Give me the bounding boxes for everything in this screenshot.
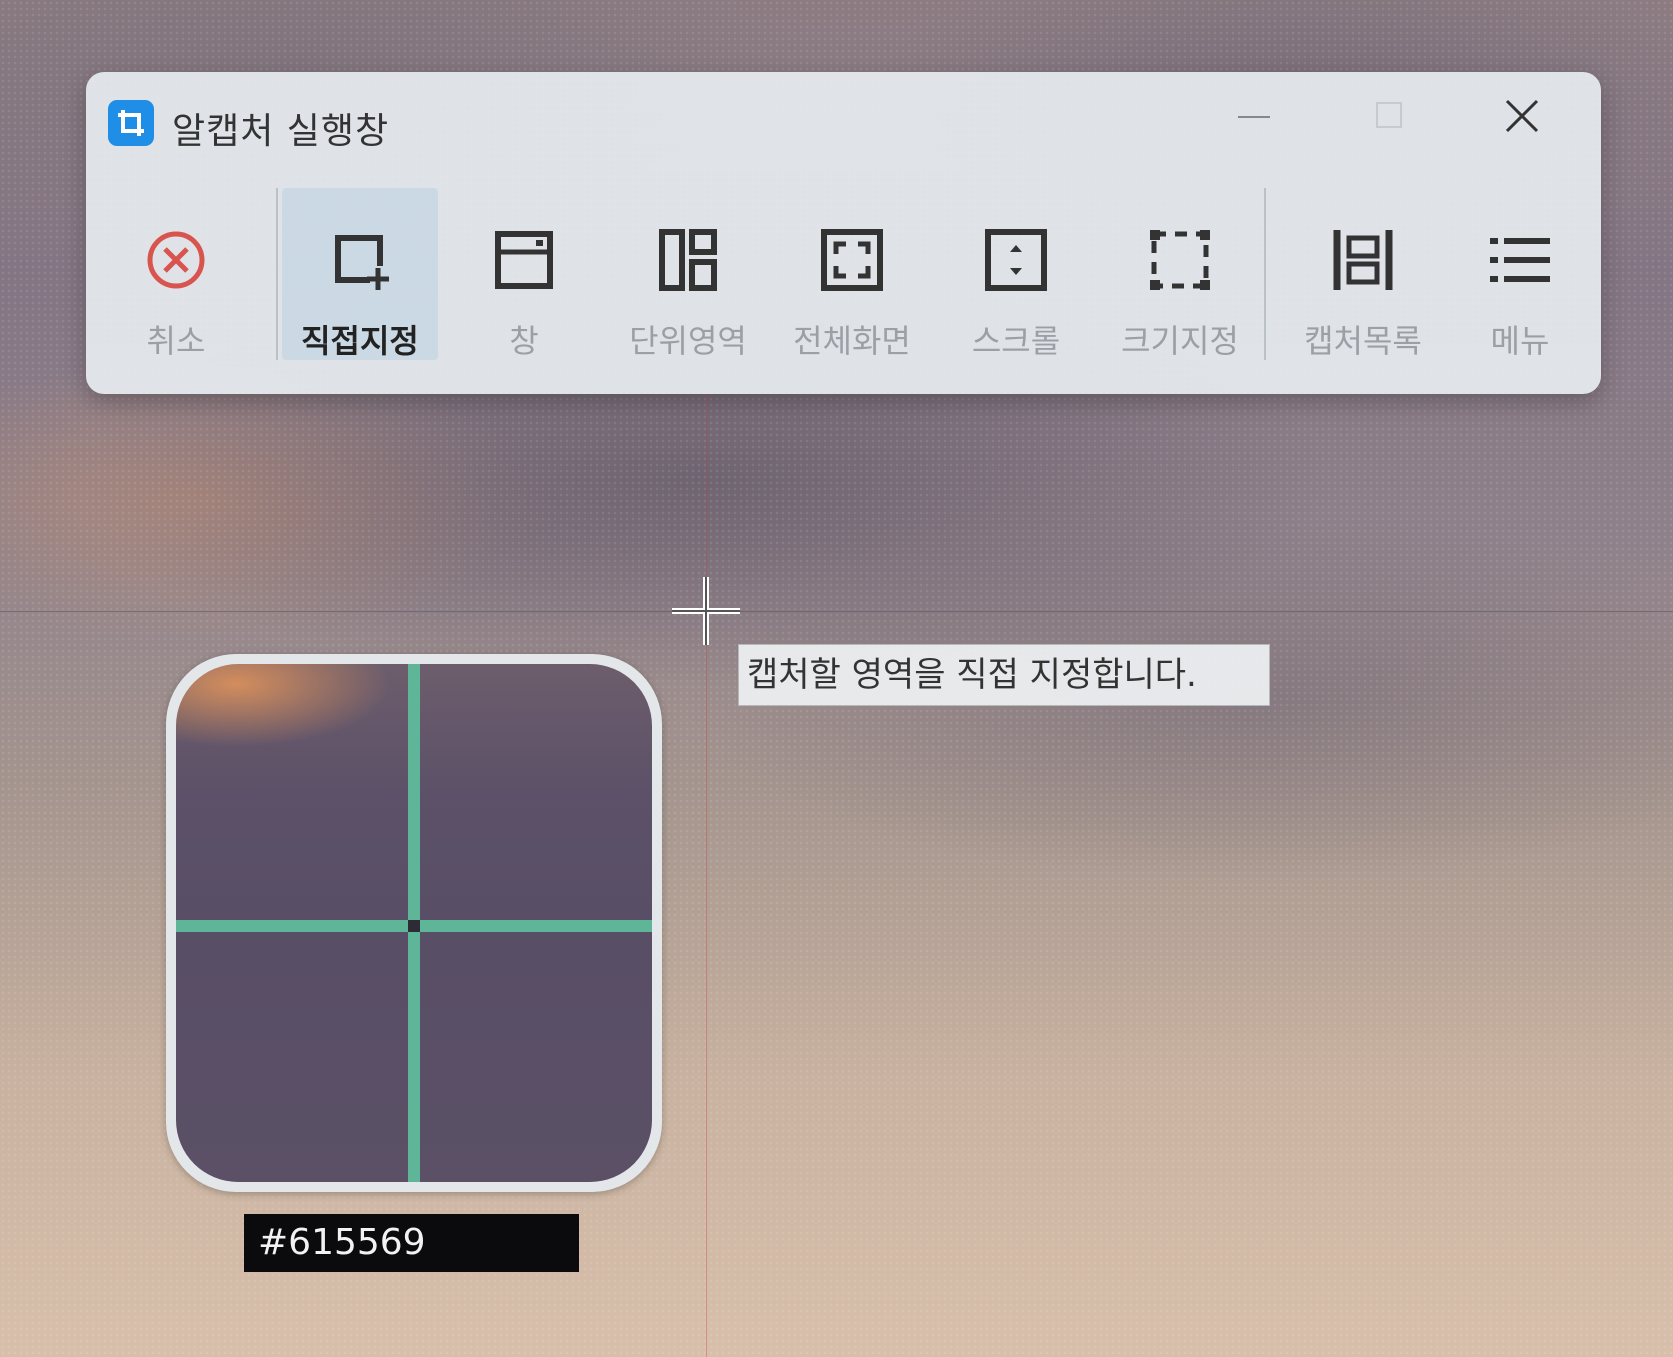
- tool-label: 캡처목록: [1304, 322, 1422, 360]
- tool-label: 직접지정: [301, 322, 419, 360]
- capture-launcher-window: 알캡처 실행창 취소 직접지정 창 단위영역 전체화면 스크롤 크기지정 캡처목…: [86, 72, 1601, 394]
- tool-menu[interactable]: 메뉴: [1450, 188, 1590, 360]
- tool-capture-list[interactable]: 캡처목록: [1276, 188, 1450, 360]
- window-title: 알캡처 실행창: [172, 111, 390, 152]
- maximize-button[interactable]: [1358, 92, 1418, 142]
- magnifier-panel: [166, 654, 662, 1192]
- minimize-icon: [1238, 116, 1270, 118]
- hint-tooltip: 캡처할 영역을 직접 지정합니다.: [738, 644, 1270, 706]
- minimize-button[interactable]: [1222, 92, 1282, 142]
- tool-label: 크기지정: [1121, 322, 1239, 360]
- tool-label: 단위영역: [629, 322, 747, 360]
- window-icon: [492, 228, 556, 292]
- toolbar-divider: [276, 188, 278, 360]
- fullscreen-icon: [820, 228, 884, 292]
- crosshair-guide-horizontal: [0, 611, 1673, 612]
- tool-label: 스크롤: [971, 322, 1061, 360]
- tool-scroll[interactable]: 스크롤: [938, 188, 1094, 360]
- magnifier-view: [176, 664, 652, 1182]
- maximize-icon: [1376, 102, 1402, 128]
- cancel-button[interactable]: 취소: [116, 188, 236, 360]
- close-icon: [1505, 99, 1539, 133]
- magnifier-center-pixel: [408, 920, 420, 932]
- crosshair-guide-vertical: [706, 394, 707, 1357]
- toolbar-divider: [1264, 188, 1266, 360]
- crosshair-cursor-icon: [670, 575, 742, 647]
- capture-list-icon: [1331, 228, 1395, 292]
- tool-unit-area[interactable]: 단위영역: [610, 188, 766, 360]
- crop-icon: [108, 100, 154, 146]
- title-bar[interactable]: 알캡처 실행창: [86, 72, 1601, 152]
- tool-label: 창: [509, 322, 539, 360]
- tool-fullscreen[interactable]: 전체화면: [774, 188, 930, 360]
- pixel-color-code: #615569: [244, 1214, 579, 1272]
- region-add-icon: [328, 228, 392, 292]
- tool-fixed-size[interactable]: 크기지정: [1102, 188, 1258, 360]
- tool-window[interactable]: 창: [446, 188, 602, 360]
- tool-label: 메뉴: [1490, 322, 1550, 360]
- tool-direct-region[interactable]: 직접지정: [282, 188, 438, 360]
- menu-icon: [1488, 228, 1552, 292]
- scroll-icon: [984, 228, 1048, 292]
- close-button[interactable]: [1490, 92, 1550, 142]
- cancel-icon: [144, 228, 208, 292]
- unit-area-icon: [656, 228, 720, 292]
- fixed-size-icon: [1148, 228, 1212, 292]
- tool-label: 전체화면: [793, 322, 911, 360]
- cancel-label: 취소: [146, 322, 206, 360]
